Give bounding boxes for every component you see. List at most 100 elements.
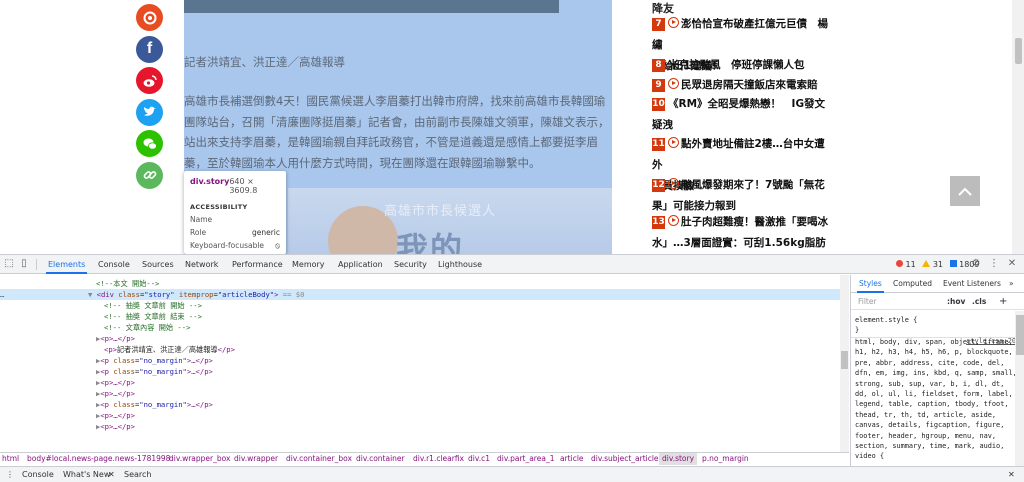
page-scrollbar-thumb[interactable] [1015,38,1022,64]
dom-node-p-nomargin[interactable]: ▶<p class="no_margin">…</p> [96,366,213,377]
error-icon [896,260,903,267]
news-rank: 9 [652,79,665,92]
news-title-line1: 肚子肉超難瘦！醫激推「要喝冰 [681,216,828,228]
styles-scrollbar-thumb[interactable] [1016,315,1024,355]
breadcrumb-item[interactable]: p.no_margin [702,453,749,465]
close-drawer-icon[interactable]: ✕ [1008,467,1015,482]
tooltip-tag: div.story [190,177,230,186]
breadcrumb-item[interactable]: div.wrapper [234,453,278,465]
news-item-9[interactable]: 9 民眾退房隔天撞飯店來電索賠 [652,75,832,96]
reset-rule-selectors[interactable]: html, body, div, span, object, iframe, h… [855,337,1017,462]
warning-count: 31 [932,260,944,269]
element-style-rule[interactable]: element.style { } [855,315,1017,336]
breadcrumb-item[interactable]: div.container_box [286,453,352,465]
news-rank: 13 [652,216,665,229]
breadcrumb-item[interactable]: html [2,453,19,465]
breadcrumb-item[interactable]: div.c1 [468,453,490,465]
dom-node-story[interactable]: ▼ <div class="story" itemprop="articleBo… [88,289,304,300]
dom-node-p[interactable]: ▶<p>…</p> [96,333,135,344]
tab-memory[interactable]: Memory [290,255,327,274]
link-icon [143,171,156,180]
warning-icon [922,260,931,267]
class-toggle[interactable]: .cls [972,294,986,310]
breadcrumb-item[interactable]: article [560,453,584,465]
drawer-tab-whats-new[interactable]: What's New [63,467,110,482]
tab-console[interactable]: Console [96,255,132,274]
breadcrumb-item[interactable]: div.container [356,453,405,465]
toolbar-divider [36,259,37,270]
tooltip-focus-label: Keyboard-focusable [190,241,265,250]
dom-node-p[interactable]: ▶<p>…</p> [96,377,135,388]
facebook-share-button[interactable]: f [136,35,163,63]
drawer-tab-console[interactable]: Console [22,467,54,482]
tab-application[interactable]: Application [336,255,385,274]
breadcrumb-item[interactable]: div.r1.clearfix [413,453,464,465]
dom-node-p-text[interactable]: <p>記者洪靖宜、洪正達／高雄報導</p> [104,344,235,355]
info-icon [949,260,957,267]
styles-pane: Styles Computed Event Listeners » Filter… [850,275,1024,466]
tab-elements[interactable]: Elements [46,255,88,274]
tab-network[interactable]: Network [183,255,220,274]
dom-node-p[interactable]: ▶<p>…</p> [96,388,135,399]
inspect-element-icon[interactable]: ⬚ [3,258,15,270]
video-play-icon [668,178,679,189]
video-play-icon [668,78,679,89]
breadcrumb-item[interactable]: body#local.news-page.news-1781998 [27,453,170,465]
photo-caption: 高雄市市長候選人 [384,204,497,219]
facebook-icon: f [146,40,153,58]
back-to-top-button[interactable] [950,176,980,206]
close-icon[interactable]: ✕ [1006,258,1018,270]
new-rule-button[interactable]: + [999,294,1007,310]
tooltip-name-label: Name [190,215,213,224]
dom-node-p[interactable]: ▶<p>…</p> [96,421,135,432]
tab-computed[interactable]: Computed [891,275,934,293]
breadcrumb-item-selected[interactable]: div.story [659,453,698,465]
drawer-tab-search[interactable]: Search [124,467,151,482]
issue-counts[interactable]: 11 31 1809 [896,255,979,274]
dom-comment[interactable]: <!-- 抽獎 文章前 結束 --> [104,311,202,322]
breadcrumb-item[interactable]: div.subject_article [591,453,659,465]
tab-lighthouse[interactable]: Lighthouse [436,255,484,274]
breadcrumb-item[interactable]: div.part_area_1 [497,453,554,465]
article-reporter: 記者洪靖宜、洪正達／高雄報導 [184,55,345,69]
not-allowed-icon: ⦸ [275,241,280,250]
twitter-share-button[interactable] [136,98,163,126]
tab-security[interactable]: Security [392,255,429,274]
dom-comment[interactable]: <!-- 文章內容 開始 --> [104,322,190,333]
styles-filter-input[interactable]: Filter [858,294,877,310]
more-options-icon[interactable]: ⋮ [988,258,1000,270]
tab-sources[interactable]: Sources [140,255,176,274]
node-ellipsis-icon: … [0,290,5,299]
tab-performance[interactable]: Performance [230,255,285,274]
chevron-up-icon [958,187,972,196]
dom-node-p[interactable]: ▶<p>…</p> [96,410,135,421]
settings-gear-icon[interactable]: ⚙ [970,258,982,270]
video-play-icon [668,137,679,148]
wechat-share-button[interactable] [136,130,163,158]
device-toolbar-icon[interactable]: ▯ [18,258,30,270]
article-photo: 高雄市市長候選人 我的 [288,188,612,254]
weibo-alt-share-button[interactable] [136,4,163,31]
drawer-menu-icon[interactable]: ⋮ [6,467,14,482]
weibo-share-button[interactable] [136,67,163,95]
news-rank: 8 [652,59,665,72]
devtools-drawer: ⋮ Console What's New ✕ Search ✕ [0,466,1024,482]
news-item-13[interactable]: 13 肚子肉超難瘦！醫激推「要喝冰水」…3層面證實：可刮1.56kg脂肪 [652,212,832,254]
more-tabs-icon[interactable]: » [1007,275,1016,293]
devtools-panel: ⬚ ▯ Elements Console Sources Network Per… [0,254,1024,482]
dom-comment[interactable]: <!-- 抽獎 文章前 開始 --> [104,300,202,311]
dom-node-p-nomargin[interactable]: ▶<p class="no_margin">…</p> [96,399,213,410]
tab-styles[interactable]: Styles [857,275,884,293]
breadcrumb-item[interactable]: div.wrapper_box [169,453,230,465]
news-title-line2: 水」…3層面證實：可刮1.56kg脂肪 [652,237,826,249]
dom-node-p-nomargin[interactable]: ▶<p class="no_margin">…</p> [96,355,213,366]
link-share-button[interactable] [136,161,163,189]
news-item-8[interactable]: 8 米克拉颱風 停班停課懶人包 [652,55,832,76]
styles-filter-row: Filter :hov .cls + [851,294,1024,310]
tab-event-listeners[interactable]: Event Listeners [941,275,1003,293]
hover-state-toggle[interactable]: :hov [947,294,965,310]
close-icon[interactable]: ✕ [108,467,115,482]
news-item-12[interactable]: 12 颱風爆發期來了！7號颱「無花 果」可能接力報到 [652,175,832,217]
elements-scrollbar-thumb[interactable] [841,351,848,369]
dom-comment[interactable]: <!--本文 開始--> [96,278,159,289]
